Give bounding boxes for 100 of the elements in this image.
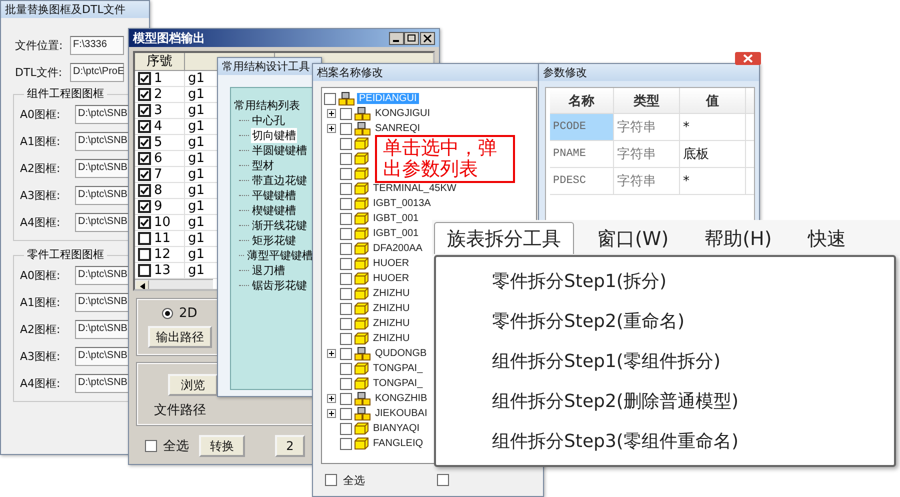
- checkbox[interactable]: [138, 104, 151, 117]
- menu-option[interactable]: 零件拆分Step2(重命名): [492, 301, 894, 341]
- tree-item[interactable]: SANREQI: [373, 123, 422, 134]
- browse-button[interactable]: 浏览: [168, 374, 218, 396]
- checkbox[interactable]: [340, 302, 352, 314]
- path-field[interactable]: D:\ptc\SNB: [75, 320, 129, 339]
- expand-icon[interactable]: [326, 124, 336, 133]
- checkbox[interactable]: [340, 182, 352, 194]
- tree-item[interactable]: 半圆键键槽: [251, 143, 308, 158]
- tree-item[interactable]: 切向键槽: [251, 128, 297, 143]
- tree-item[interactable]: 薄型平键键槽: [246, 248, 314, 263]
- tree-item[interactable]: JIEKOUBAI: [373, 408, 430, 419]
- checkbox[interactable]: [138, 120, 151, 133]
- checkbox[interactable]: [138, 232, 151, 245]
- checkbox[interactable]: [340, 288, 352, 300]
- expand-icon[interactable]: [326, 409, 336, 418]
- checkbox[interactable]: [138, 264, 151, 277]
- checkbox[interactable]: [138, 136, 151, 149]
- tree-item[interactable]: DFA200AA: [371, 243, 424, 254]
- checkbox[interactable]: [340, 258, 352, 270]
- checkbox[interactable]: [340, 318, 352, 330]
- tree-item[interactable]: ZHIZHU: [371, 318, 412, 329]
- checkbox[interactable]: [340, 138, 352, 150]
- table-cell[interactable]: PCODE: [550, 114, 614, 140]
- tree-item[interactable]: 锯齿形花键: [251, 278, 308, 293]
- tree-item[interactable]: ZHIZHU: [371, 288, 412, 299]
- menu-option[interactable]: 零件拆分Step1(拆分): [492, 261, 894, 301]
- checkbox[interactable]: [340, 438, 352, 450]
- checkbox[interactable]: [340, 228, 352, 240]
- checkbox[interactable]: [138, 72, 151, 85]
- menu-option[interactable]: 组件拆分Step3(零组件重命名): [492, 421, 894, 461]
- menu-item[interactable]: 帮助(H): [692, 222, 785, 254]
- checkbox[interactable]: [437, 474, 449, 486]
- checkbox[interactable]: [340, 362, 352, 374]
- path-field[interactable]: D:\ptc\SNB: [75, 159, 129, 178]
- checkbox[interactable]: [138, 216, 151, 229]
- path-field[interactable]: D:\ptc\SNB: [75, 374, 129, 393]
- checkbox[interactable]: [138, 88, 151, 101]
- checkbox[interactable]: [138, 168, 151, 181]
- tree-item[interactable]: IGBT_001: [371, 213, 421, 224]
- checkbox[interactable]: [340, 392, 352, 404]
- checkbox[interactable]: [340, 108, 352, 120]
- path-field[interactable]: D:\ptc\SNB: [75, 186, 129, 205]
- tree-item[interactable]: KONGZHIB: [373, 393, 430, 404]
- tree-item[interactable]: QUDONGB: [373, 348, 429, 359]
- checkbox[interactable]: [340, 332, 352, 344]
- checkbox[interactable]: [138, 200, 151, 213]
- expand-icon[interactable]: [326, 349, 336, 358]
- expand-icon[interactable]: [326, 109, 336, 118]
- left-arrow-icon[interactable]: [140, 283, 144, 289]
- menu-option[interactable]: 组件拆分Step1(零组件拆分): [492, 341, 894, 381]
- tree-item[interactable]: 型材: [251, 158, 275, 173]
- tree-root[interactable]: 常用结构列表: [233, 98, 301, 113]
- checkbox[interactable]: [340, 378, 352, 390]
- checkbox[interactable]: [340, 272, 352, 284]
- checkbox[interactable]: [340, 168, 352, 180]
- checkbox[interactable]: [138, 248, 151, 261]
- checkbox[interactable]: [340, 408, 352, 420]
- expand-icon[interactable]: [326, 394, 336, 403]
- button[interactable]: 2: [275, 435, 305, 457]
- checkbox[interactable]: [340, 422, 352, 434]
- path-field[interactable]: D:\ptc\SNB: [75, 266, 129, 285]
- checkbox[interactable]: [340, 122, 352, 134]
- menu-item[interactable]: 快速: [794, 222, 859, 254]
- tree-item[interactable]: TONGPAI_: [371, 378, 425, 389]
- output-path-button[interactable]: 输出路径: [148, 326, 212, 348]
- tree-item[interactable]: IGBT_001: [371, 228, 421, 239]
- path-field[interactable]: D:\ptc\SNB: [75, 293, 129, 312]
- window-controls-icon[interactable]: [389, 32, 435, 44]
- checkbox[interactable]: [340, 198, 352, 210]
- tree-item[interactable]: BIANYAQI: [371, 423, 422, 434]
- checkbox[interactable]: [340, 212, 352, 224]
- convert-button[interactable]: 转换: [199, 435, 245, 457]
- menu-item[interactable]: 窗口(W): [584, 222, 682, 254]
- tree-item[interactable]: FANGLEIQ: [371, 438, 426, 449]
- scrollbar[interactable]: [135, 279, 213, 289]
- menu-item[interactable]: 族表拆分工具: [434, 222, 574, 254]
- checkbox[interactable]: [145, 440, 157, 452]
- tree-item[interactable]: ZHIZHU: [371, 303, 412, 314]
- path-field[interactable]: F:\3336: [70, 36, 124, 55]
- tree-item[interactable]: HUOER: [371, 273, 412, 284]
- tree-item[interactable]: 带直边花键: [251, 173, 308, 188]
- checkbox[interactable]: [138, 184, 151, 197]
- tree-item[interactable]: TONGPAI_: [371, 363, 425, 374]
- tree-item[interactable]: IGBT_0013A: [371, 198, 433, 209]
- checkbox[interactable]: [340, 242, 352, 254]
- path-field[interactable]: D:\ptc\SNB: [75, 132, 129, 151]
- checkbox[interactable]: [138, 152, 151, 165]
- checkbox[interactable]: [340, 152, 352, 164]
- tree-item[interactable]: KONGJIGUI: [373, 108, 432, 119]
- path-field[interactable]: D:\ptc\ProE: [70, 63, 124, 82]
- checkbox[interactable]: [325, 474, 337, 486]
- checkbox[interactable]: [324, 92, 336, 104]
- close-icon[interactable]: [735, 52, 761, 65]
- checkbox[interactable]: [340, 348, 352, 360]
- tree-item[interactable]: 退刀槽: [251, 263, 286, 278]
- path-field[interactable]: D:\ptc\SNB: [75, 105, 129, 124]
- tree-item[interactable]: 楔键键槽: [251, 203, 297, 218]
- tree-item[interactable]: ZHIZHU: [371, 333, 412, 344]
- tree-item[interactable]: 矩形花键: [251, 233, 297, 248]
